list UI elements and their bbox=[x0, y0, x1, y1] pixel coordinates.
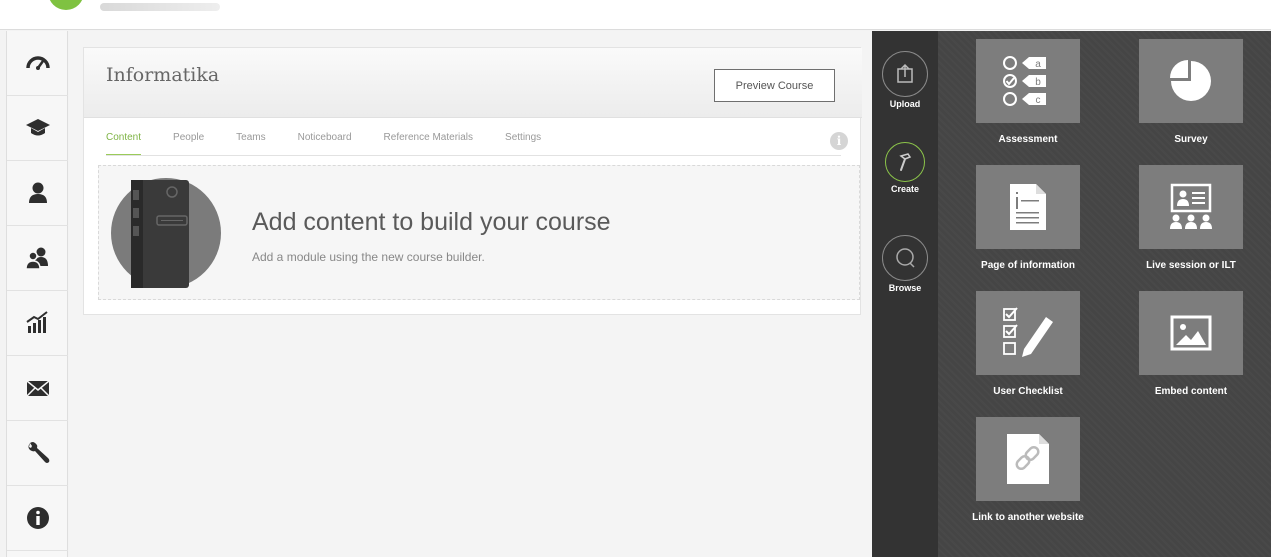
wrench-icon bbox=[28, 442, 49, 463]
empty-state-subtitle: Add a module using the new course builde… bbox=[252, 250, 485, 264]
users-icon bbox=[24, 247, 48, 270]
presentation-audience-icon bbox=[1170, 183, 1212, 229]
checklist-pencil-icon bbox=[1003, 307, 1053, 357]
nav-courses[interactable] bbox=[7, 96, 68, 161]
nav-user[interactable] bbox=[7, 161, 68, 226]
mail-envelope-icon bbox=[25, 380, 50, 397]
preview-course-button[interactable]: Preview Course bbox=[714, 69, 835, 102]
tile-survey-box bbox=[1139, 39, 1243, 123]
dashboard-gauge-icon bbox=[25, 56, 50, 70]
top-bar bbox=[0, 0, 1271, 30]
nav-settings[interactable] bbox=[7, 421, 68, 486]
nav-info[interactable] bbox=[7, 486, 68, 551]
tabs-divider bbox=[106, 155, 841, 156]
tile-assessment-box: a b c bbox=[976, 39, 1080, 123]
browse-circle bbox=[882, 235, 928, 281]
tab-content[interactable]: Content bbox=[106, 132, 142, 156]
document-page-icon bbox=[1010, 184, 1046, 230]
nav-dashboard[interactable] bbox=[7, 31, 68, 96]
tile-survey-label: Survey bbox=[1174, 134, 1208, 145]
empty-state-title: Add content to build your course bbox=[252, 208, 611, 236]
tile-embed-label: Embed content bbox=[1154, 386, 1228, 397]
tab-noticeboard[interactable]: Noticeboard bbox=[298, 132, 352, 156]
upload-label: Upload bbox=[889, 99, 921, 109]
create-label: Create bbox=[890, 184, 919, 194]
reports-chart-icon bbox=[25, 311, 48, 333]
create-circle bbox=[885, 142, 925, 182]
upload-icon bbox=[897, 63, 913, 83]
pie-chart-icon bbox=[1170, 60, 1211, 101]
empty-content-panel: Add content to build your course Add a m… bbox=[98, 165, 860, 300]
tile-assessment[interactable]: a b c Assessment bbox=[953, 39, 1103, 159]
tile-link-website[interactable]: Link to another website bbox=[953, 417, 1103, 537]
brand-logo[interactable] bbox=[48, 0, 84, 10]
page-title: Informatika bbox=[106, 64, 220, 86]
nav-messages[interactable] bbox=[7, 356, 68, 421]
tile-survey[interactable]: Survey bbox=[1116, 39, 1266, 159]
tab-people[interactable]: People bbox=[173, 132, 204, 156]
help-info-icon[interactable]: i bbox=[830, 132, 848, 150]
tile-user-checklist[interactable]: User Checklist bbox=[953, 291, 1103, 411]
graduation-cap-icon bbox=[25, 119, 50, 136]
brand-name bbox=[100, 3, 220, 11]
nav-groups[interactable] bbox=[7, 226, 68, 291]
assessment-option-c: c bbox=[1036, 95, 1041, 106]
assessment-option-b: b bbox=[1035, 77, 1041, 88]
info-icon bbox=[26, 507, 49, 529]
tile-embed-content[interactable]: Embed content bbox=[1116, 291, 1266, 411]
browse-button[interactable]: Browse bbox=[872, 235, 938, 293]
upload-button[interactable]: Upload bbox=[872, 51, 938, 109]
tab-reference-materials[interactable]: Reference Materials bbox=[384, 132, 473, 156]
link-chain-icon bbox=[1007, 434, 1049, 484]
tile-checklist-box bbox=[976, 291, 1080, 375]
nav-reports[interactable] bbox=[7, 291, 68, 356]
tile-page-box bbox=[976, 165, 1080, 249]
create-tiles-panel: a b c Assessment Survey Page of informat… bbox=[938, 31, 1271, 557]
course-card: Informatika Preview Course Content Peopl… bbox=[83, 47, 862, 315]
tab-settings[interactable]: Settings bbox=[505, 132, 541, 156]
tile-live-box bbox=[1139, 165, 1243, 249]
tile-assessment-label: Assessment bbox=[998, 134, 1058, 145]
tile-page-of-information[interactable]: Page of information bbox=[953, 165, 1103, 285]
tile-checklist-label: User Checklist bbox=[993, 386, 1063, 397]
tile-embed-box bbox=[1139, 291, 1243, 375]
tile-page-label: Page of information bbox=[981, 260, 1075, 271]
search-icon bbox=[896, 248, 915, 268]
image-frame-icon bbox=[1170, 315, 1212, 351]
hammer-icon bbox=[899, 153, 912, 171]
main-content: Informatika Preview Course Content Peopl… bbox=[69, 31, 872, 557]
tab-teams[interactable]: Teams bbox=[236, 132, 265, 156]
tile-link-label: Link to another website bbox=[972, 512, 1084, 523]
user-icon bbox=[28, 182, 47, 203]
builder-rail: Upload Create Browse bbox=[872, 31, 938, 557]
left-nav bbox=[6, 31, 68, 557]
tile-link-box bbox=[976, 417, 1080, 501]
course-header: Informatika Preview Course bbox=[84, 48, 862, 118]
create-button[interactable]: Create bbox=[872, 142, 938, 194]
assessment-option-a: a bbox=[1035, 59, 1041, 70]
tile-live-label: Live session or ILT bbox=[1146, 260, 1236, 271]
course-builder-illustration bbox=[111, 178, 221, 288]
tile-live-session[interactable]: Live session or ILT bbox=[1116, 165, 1266, 285]
assessment-icon: a b c bbox=[1003, 56, 1046, 106]
upload-circle bbox=[882, 51, 928, 97]
browse-label: Browse bbox=[888, 283, 922, 293]
course-tabs: Content People Teams Noticeboard Referen… bbox=[106, 132, 573, 156]
